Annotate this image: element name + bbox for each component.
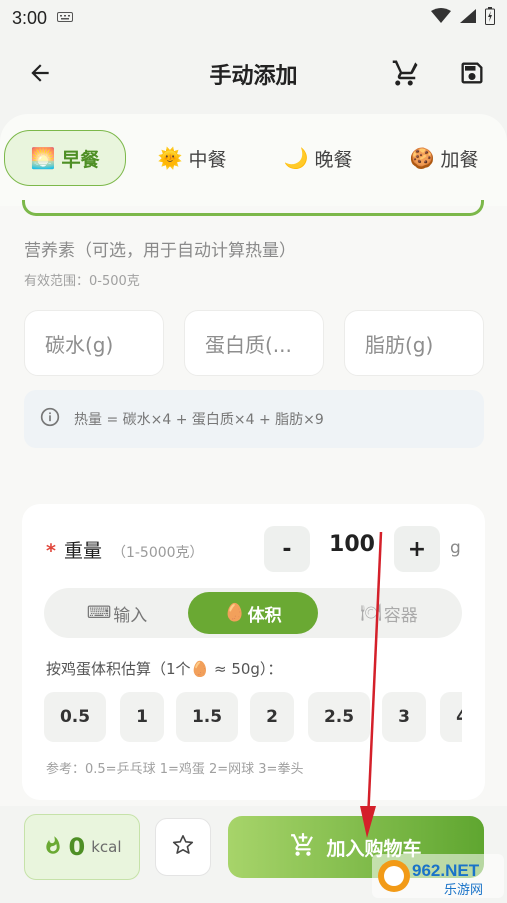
tab-breakfast[interactable]: 🌅 早餐 (4, 130, 126, 186)
egg-icon: 🥚 (224, 603, 246, 623)
cart-button[interactable] (384, 55, 424, 95)
app-bar: 手动添加 (0, 36, 507, 114)
signal-icon (459, 8, 477, 29)
egg-option-3[interactable]: 3 (382, 692, 426, 742)
weight-unit: g (450, 538, 461, 558)
star-outline-icon (171, 833, 195, 861)
status-bar: 3:00 (0, 0, 507, 36)
egg-option-0-5[interactable]: 0.5 (44, 692, 106, 742)
egg-volume-options: 0.5 1 1.5 2 2.5 3 4 (44, 692, 462, 744)
tab-dinner[interactable]: 🌙 晚餐 (272, 130, 364, 186)
mode-label: 输入 (113, 605, 148, 626)
info-icon (40, 407, 60, 431)
floppy-disk-icon (458, 59, 486, 91)
tab-label: 中餐 (188, 148, 227, 171)
status-time: 3:00 (12, 7, 48, 28)
egg-option-1-5[interactable]: 1.5 (176, 692, 238, 742)
egg-option-1[interactable]: 1 (120, 692, 164, 742)
page-title: 手动添加 (209, 64, 298, 89)
arrow-left-icon (27, 60, 53, 90)
moon-icon: 🌙 (283, 146, 309, 170)
plate-icon: 🍽 (360, 603, 382, 623)
watermark-brand: 962.NET (412, 861, 480, 880)
calorie-summary: 0 kcal (24, 814, 140, 880)
mode-volume[interactable]: 🥚 体积 (188, 592, 318, 634)
required-mark: * (46, 540, 56, 562)
egg-reference-note: 参考：0.5=乒乓球 1=鸡蛋 2=网球 3=拳头 (46, 762, 304, 777)
cart-plus-icon (290, 832, 316, 863)
increment-button[interactable]: + (394, 526, 440, 572)
tab-lunch[interactable]: 🌞 中餐 (146, 130, 238, 186)
egg-option-4[interactable]: 4 (440, 692, 462, 742)
egg-option-2[interactable]: 2 (250, 692, 294, 742)
tab-label: 晚餐 (314, 148, 353, 171)
tab-label: 早餐 (61, 148, 100, 171)
mode-label: 容器 (383, 605, 418, 626)
back-button[interactable] (20, 55, 60, 95)
weight-label: * 重量 （1-5000克） (46, 536, 204, 563)
favorite-button[interactable] (155, 818, 211, 876)
calorie-unit: kcal (91, 838, 122, 856)
battery-icon (485, 6, 495, 30)
weight-range: （1-5000克） (111, 545, 204, 561)
save-button[interactable] (452, 55, 492, 95)
sun-icon: 🌞 (157, 146, 183, 170)
sunrise-icon: 🌅 (30, 146, 56, 170)
keyboard-icon (57, 11, 74, 25)
protein-input[interactable]: 蛋白质(... (184, 310, 324, 376)
formula-text: 热量 = 碳水×4 + 蛋白质×4 + 脂肪×9 (74, 412, 324, 428)
mode-input[interactable]: ⌨ 输入 (52, 592, 182, 634)
egg-option-2-5[interactable]: 2.5 (308, 692, 370, 742)
wifi-icon (431, 7, 451, 29)
decrement-button[interactable]: - (264, 526, 310, 572)
mode-container[interactable]: 🍽 容器 (324, 592, 454, 634)
nutrients-title: 营养素（可选，用于自动计算热量） (24, 241, 296, 261)
weight-value[interactable]: 100 (322, 532, 382, 557)
calorie-value: 0 (68, 833, 86, 861)
site-watermark-logo: 962.NET 乐游网 (372, 852, 504, 900)
weight-mode-segmented: ⌨ 输入 🥚 体积 🍽 容器 (44, 588, 462, 638)
keyboard-icon: ⌨ (86, 603, 112, 623)
name-input-bottom-edge (22, 200, 484, 216)
shopping-cart-icon (389, 58, 419, 92)
weight-card: * 重量 （1-5000克） - 100 + g ⌨ 输入 🥚 体积 🍽 容器 … (22, 504, 485, 800)
egg-estimate-hint: 按鸡蛋体积估算（1个🥚 ≈ 50g）： (46, 660, 283, 678)
flame-icon (43, 834, 63, 860)
fat-input[interactable]: 脂肪(g) (344, 310, 484, 376)
weight-label-text: 重量 (63, 540, 102, 562)
meal-tabs: 🌅 早餐 🌞 中餐 🌙 晚餐 🍪 加餐 (0, 114, 507, 206)
watermark-sub: 乐游网 (444, 883, 483, 898)
mode-label: 体积 (247, 605, 282, 626)
carb-input[interactable]: 碳水(g) (24, 310, 164, 376)
nutrients-range: 有效范围：0-500克 (24, 274, 140, 289)
form-content[interactable]: 营养素（可选，用于自动计算热量） 有效范围：0-500克 碳水(g) 蛋白质(.… (0, 200, 507, 806)
tab-label: 加餐 (440, 148, 479, 171)
tab-snack[interactable]: 🍪 加餐 (398, 130, 490, 186)
calorie-formula: 热量 = 碳水×4 + 蛋白质×4 + 脂肪×9 (24, 390, 484, 448)
cookie-icon: 🍪 (409, 146, 435, 170)
